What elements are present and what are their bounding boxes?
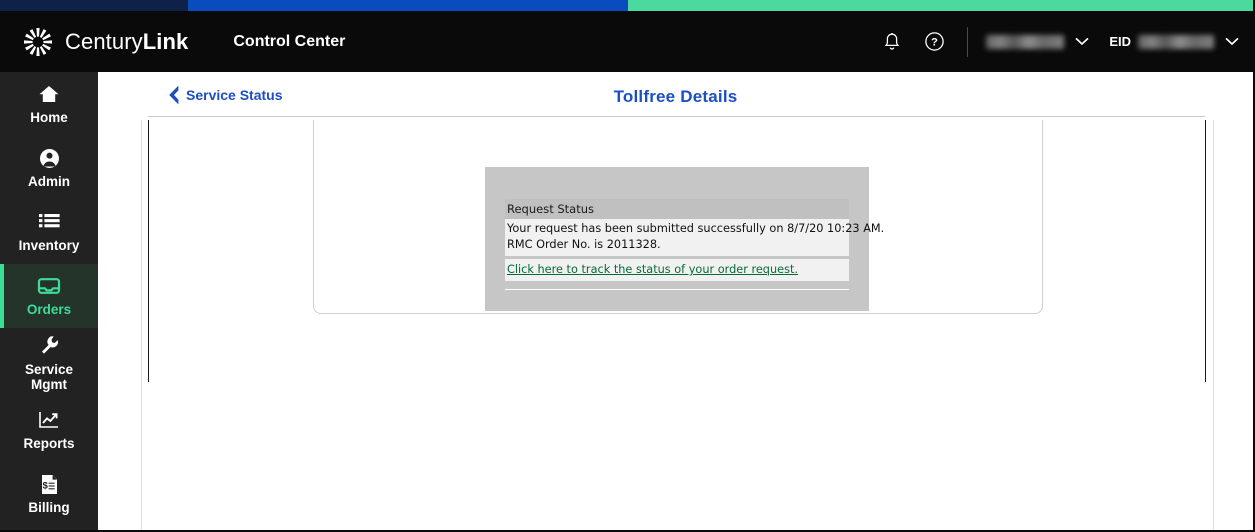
panel-right-dark-border [1205, 120, 1206, 382]
sidebar-nav: Home Admin Inventory Orders Service Mgmt… [0, 72, 98, 530]
sidebar-item-label: Admin [28, 174, 70, 189]
request-status-card: Request Status Your request has been sub… [485, 167, 885, 311]
app-header: CenturyLink Control Center ? EID [0, 11, 1253, 72]
sidebar-item-label: Billing [28, 500, 70, 515]
sidebar-item-label: Inventory [18, 238, 80, 253]
track-order-status-link[interactable]: Click here to track the status of your o… [507, 263, 798, 276]
bell-icon[interactable] [879, 29, 905, 55]
sidebar-item-billing[interactable]: $ Billing [0, 462, 98, 526]
brand-logo[interactable]: CenturyLink [22, 26, 188, 58]
top-strip-segment-navy [0, 0, 188, 11]
app-title: Control Center [233, 32, 346, 50]
svg-text:$: $ [42, 480, 48, 491]
svg-text:?: ? [931, 37, 938, 49]
list-icon [38, 211, 60, 233]
sidebar-item-label: Orders [26, 302, 72, 317]
chevron-down-icon-user [1075, 37, 1089, 46]
request-status-line-2: RMC Order No. is 2011328. [507, 238, 661, 251]
sidebar-item-admin[interactable]: Admin [0, 136, 98, 200]
sidebar-item-orders[interactable]: Orders [0, 264, 98, 328]
header-actions: ? EID [871, 11, 1239, 72]
chevron-down-icon-eid [1225, 37, 1239, 46]
panel-left-light-border [141, 120, 142, 530]
request-status-card-divider [505, 289, 849, 290]
page-title: Tollfree Details [613, 87, 738, 106]
main-content: Service Status Tollfree Details Request … [98, 72, 1253, 530]
eid-menu[interactable]: EID [1109, 34, 1239, 49]
request-status-link-row: Click here to track the status of your o… [505, 259, 849, 281]
request-status-body: Your request has been submitted successf… [505, 219, 885, 256]
brand-wordmark-bold: Link [142, 28, 189, 54]
sidebar-item-reports[interactable]: Reports [0, 398, 98, 462]
centurylink-starburst-icon [22, 26, 54, 58]
sidebar-item-inventory[interactable]: Inventory [0, 200, 98, 264]
wrench-icon [39, 335, 60, 357]
request-status-line-1: Your request has been submitted successf… [507, 222, 885, 235]
sidebar-item-label: Service Mgmt [24, 361, 74, 392]
sidebar-item-service-mgmt[interactable]: Service Mgmt [0, 328, 98, 398]
inbox-icon [37, 275, 61, 297]
request-status-inner: Request Status Your request has been sub… [505, 199, 885, 281]
top-color-strip [0, 0, 1253, 11]
top-strip-segment-blue [188, 0, 628, 11]
sidebar-item-home[interactable]: Home [0, 72, 98, 136]
sidebar-item-label: Home [30, 110, 68, 125]
breadcrumb: Service Status Tollfree Details [98, 72, 1253, 116]
panel-left-dark-border [148, 120, 149, 382]
title-divider [148, 116, 1205, 117]
user-menu[interactable] [986, 34, 1089, 49]
user-name-redacted [986, 34, 1065, 49]
app-window: CenturyLink Control Center ? EID Home Ad… [0, 0, 1255, 532]
eid-label: EID [1109, 34, 1131, 49]
brand-wordmark-light: Century [65, 28, 143, 54]
chart-line-icon [38, 409, 60, 431]
panel-right-light-border [1213, 120, 1214, 530]
help-circle-icon[interactable]: ? [921, 29, 947, 55]
request-status-heading: Request Status [505, 199, 849, 219]
eid-value-redacted [1138, 34, 1214, 49]
sidebar-item-label: Reports [23, 436, 75, 451]
user-circle-icon [39, 147, 60, 169]
brand-wordmark: CenturyLink [65, 29, 188, 55]
header-divider [967, 26, 969, 57]
invoice-icon: $ [40, 473, 59, 495]
top-strip-segment-green [628, 0, 1253, 11]
home-icon [38, 83, 60, 105]
